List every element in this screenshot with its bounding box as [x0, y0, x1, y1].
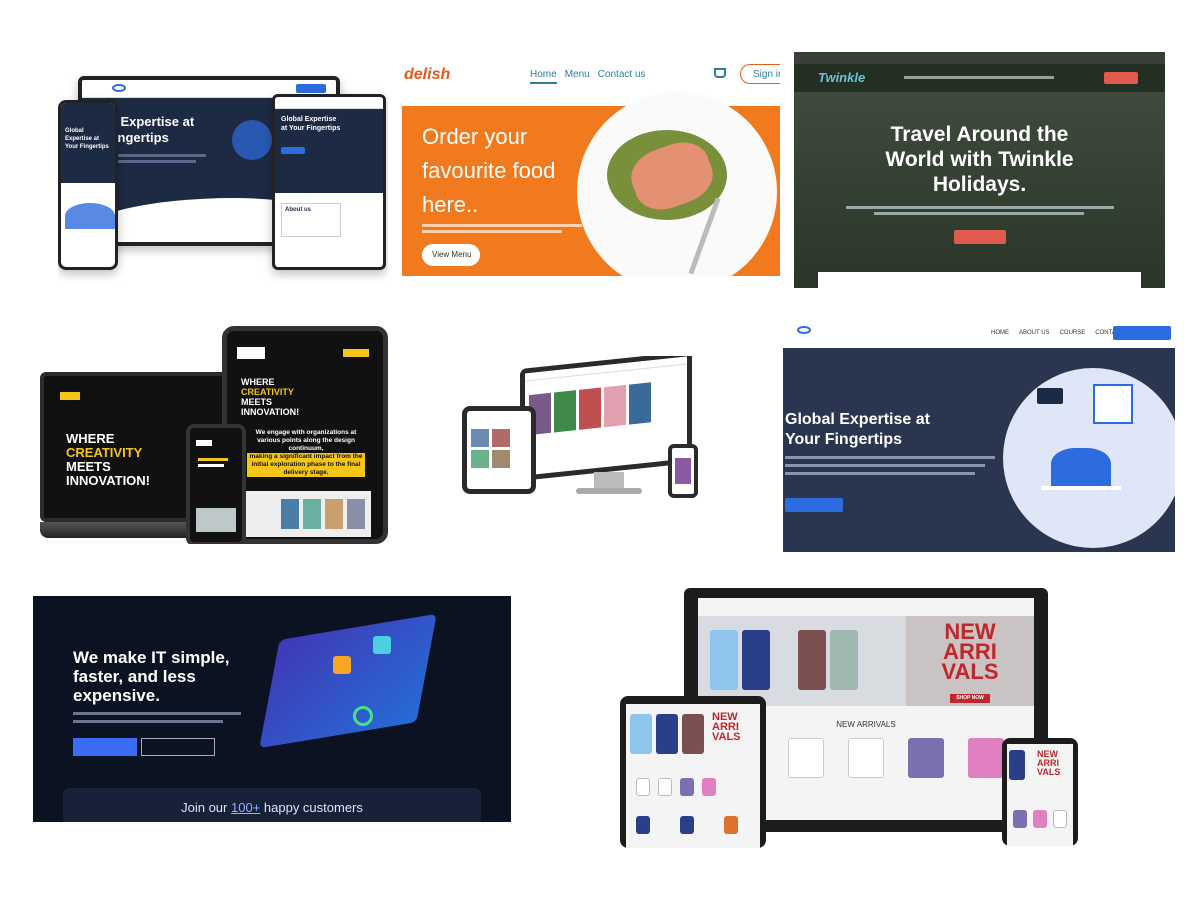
join-prefix: Join our	[181, 800, 231, 815]
hero-line-1: Global Expertise at	[785, 411, 930, 428]
explore-button[interactable]	[785, 498, 843, 512]
portfolio-tile-kross[interactable]: WHERE CREATIVITY MEETS INNOVATION! WHERE…	[40, 326, 390, 544]
hero-line-3: Holidays.	[932, 173, 1027, 196]
tablet-heading: Global Expertise at Your Fingertips	[281, 116, 341, 132]
hero-line-3: here..	[422, 192, 479, 217]
phone-image	[196, 508, 236, 532]
logo	[237, 347, 265, 359]
shop-now-button[interactable]: SHOP NOW	[950, 694, 990, 703]
customers-panel: Join our 100+ happy customers	[63, 788, 481, 822]
tablet-mockup: Global Expertise at Your Fingertips Abou…	[272, 94, 386, 270]
illustration-icon	[232, 120, 272, 160]
laptop-line-3: MEETS	[66, 459, 111, 474]
logo: delish	[404, 66, 451, 83]
search-panel	[818, 272, 1141, 288]
header-button[interactable]	[1113, 326, 1171, 340]
tablet-body-2: making a significant impact from the ini…	[247, 453, 365, 477]
signin-button[interactable]: Sign in	[740, 64, 780, 84]
tablet-banner-3: VALS	[712, 731, 741, 743]
tablet-mockup: WHERE CREATIVITY MEETS INNOVATION! We en…	[222, 326, 388, 544]
logo-icon	[112, 84, 126, 92]
phone-mockup: NEW ARRI VALS	[1002, 738, 1078, 846]
hero-line-2: favourite food	[422, 158, 556, 183]
phone-mockup	[186, 424, 246, 544]
site-header: HOME ABOUT US COURSE CONTACT	[783, 322, 1175, 348]
tablet-line-3: MEETS	[241, 397, 273, 407]
laptop-line-4: INNOVATION!	[66, 473, 151, 488]
logo: Twinkle	[818, 70, 866, 85]
hero: Travel Around the World with Twinkle Hol…	[794, 92, 1165, 288]
laptop-line-1: WHERE	[66, 431, 115, 446]
join-suffix: happy customers	[260, 800, 363, 815]
hero-line-2: Your Fingertips	[785, 431, 903, 448]
view-menu-button[interactable]: View Menu	[422, 244, 480, 266]
join-highlight: 100+	[230, 800, 261, 815]
hero-line-1: Travel Around the	[890, 123, 1069, 146]
laptop-line-2: CREATIVITY	[66, 445, 143, 460]
banner: NEW ARRI VALS SHOP NOW	[698, 616, 1034, 706]
phone-mockup	[668, 444, 698, 498]
tablet-body-1: We engage with organizations at various …	[255, 429, 357, 452]
logo	[60, 392, 80, 400]
chart-icon	[353, 706, 373, 726]
portfolio-tile-it[interactable]: We make IT simple, faster, and less expe…	[33, 596, 511, 822]
nav-contact[interactable]: Contact us	[598, 69, 646, 84]
portfolio-tile-fashion[interactable]	[462, 356, 702, 504]
site-header: delish Home Menu Contact us Sign in	[402, 54, 780, 104]
tablet-line-2: CREATIVITY	[241, 387, 294, 397]
portfolio-tile-delish[interactable]: delish Home Menu Contact us Sign in Orde…	[402, 54, 780, 276]
phone-heading: Global Expertise at Your Fingertips	[65, 128, 109, 150]
tablet-line-1: WHERE	[241, 377, 275, 387]
about-card: About us	[281, 203, 341, 237]
person-illustration	[1051, 448, 1111, 488]
hero-line-1: Order your	[422, 124, 528, 149]
portfolio-tile-jerseys[interactable]: NEW ARRI VALS SHOP NOW NEW ARRIVALS NEW …	[536, 586, 1096, 848]
desk	[1041, 486, 1121, 490]
banner-line-3: VALS	[941, 659, 999, 684]
cart-icon[interactable]	[714, 68, 726, 78]
explore-button[interactable]	[954, 230, 1006, 244]
logo-icon	[797, 326, 811, 334]
tablet-cta[interactable]	[281, 147, 305, 154]
portfolio-tile-twinkle[interactable]: Twinkle Travel Around the World with Twi…	[794, 52, 1165, 288]
cta-header-button[interactable]	[1104, 72, 1138, 84]
tablet-mockup: NEW ARRI VALS	[620, 696, 766, 848]
tablet-line-4: INNOVATION!	[241, 407, 300, 417]
desktop-mockup	[520, 356, 692, 482]
hero-line-3: expensive.	[73, 686, 160, 705]
nav-course[interactable]: COURSE	[1060, 330, 1086, 336]
hero-heading-2: Fingertips	[106, 130, 169, 145]
video-icon	[1037, 388, 1063, 404]
app-icon	[333, 656, 351, 674]
hero: Order your favourite food here.. View Me…	[402, 92, 780, 276]
site-header: Twinkle	[794, 64, 1165, 92]
team-illustration	[65, 203, 115, 229]
header-button[interactable]	[343, 349, 369, 357]
phone-mockup: Global Expertise at Your Fingertips	[58, 100, 118, 270]
document-icon	[1093, 384, 1133, 424]
nav-menu[interactable]: Menu	[565, 69, 590, 84]
portfolio-tile-expertise[interactable]: HOME ABOUT US COURSE CONTACT Global Expe…	[783, 322, 1175, 552]
primary-button[interactable]	[73, 738, 137, 756]
nav-home[interactable]: HOME	[991, 330, 1009, 336]
gallery-strip	[245, 491, 371, 537]
nav-about[interactable]: ABOUT US	[1019, 330, 1050, 336]
portfolio-tile-1[interactable]: al Expertise at Fingertips Global Expert…	[58, 74, 388, 286]
about-label: About us	[285, 207, 311, 213]
nav-home[interactable]: Home	[530, 69, 557, 84]
header-button[interactable]	[296, 84, 326, 93]
tablet-mockup	[462, 406, 536, 494]
secondary-button[interactable]	[141, 738, 215, 756]
hero-line-2: faster, and less	[73, 667, 196, 686]
phone-banner-3: VALS	[1037, 767, 1061, 777]
hero-heading-1: al Expertise at	[106, 114, 195, 129]
app-icon	[373, 636, 391, 654]
hero-line-1: We make IT simple,	[73, 648, 230, 667]
isometric-illustration	[259, 613, 437, 749]
hero-line-2: World with Twinkle	[885, 148, 1074, 171]
hero: Global Expertise at Your Fingertips	[783, 348, 1175, 552]
